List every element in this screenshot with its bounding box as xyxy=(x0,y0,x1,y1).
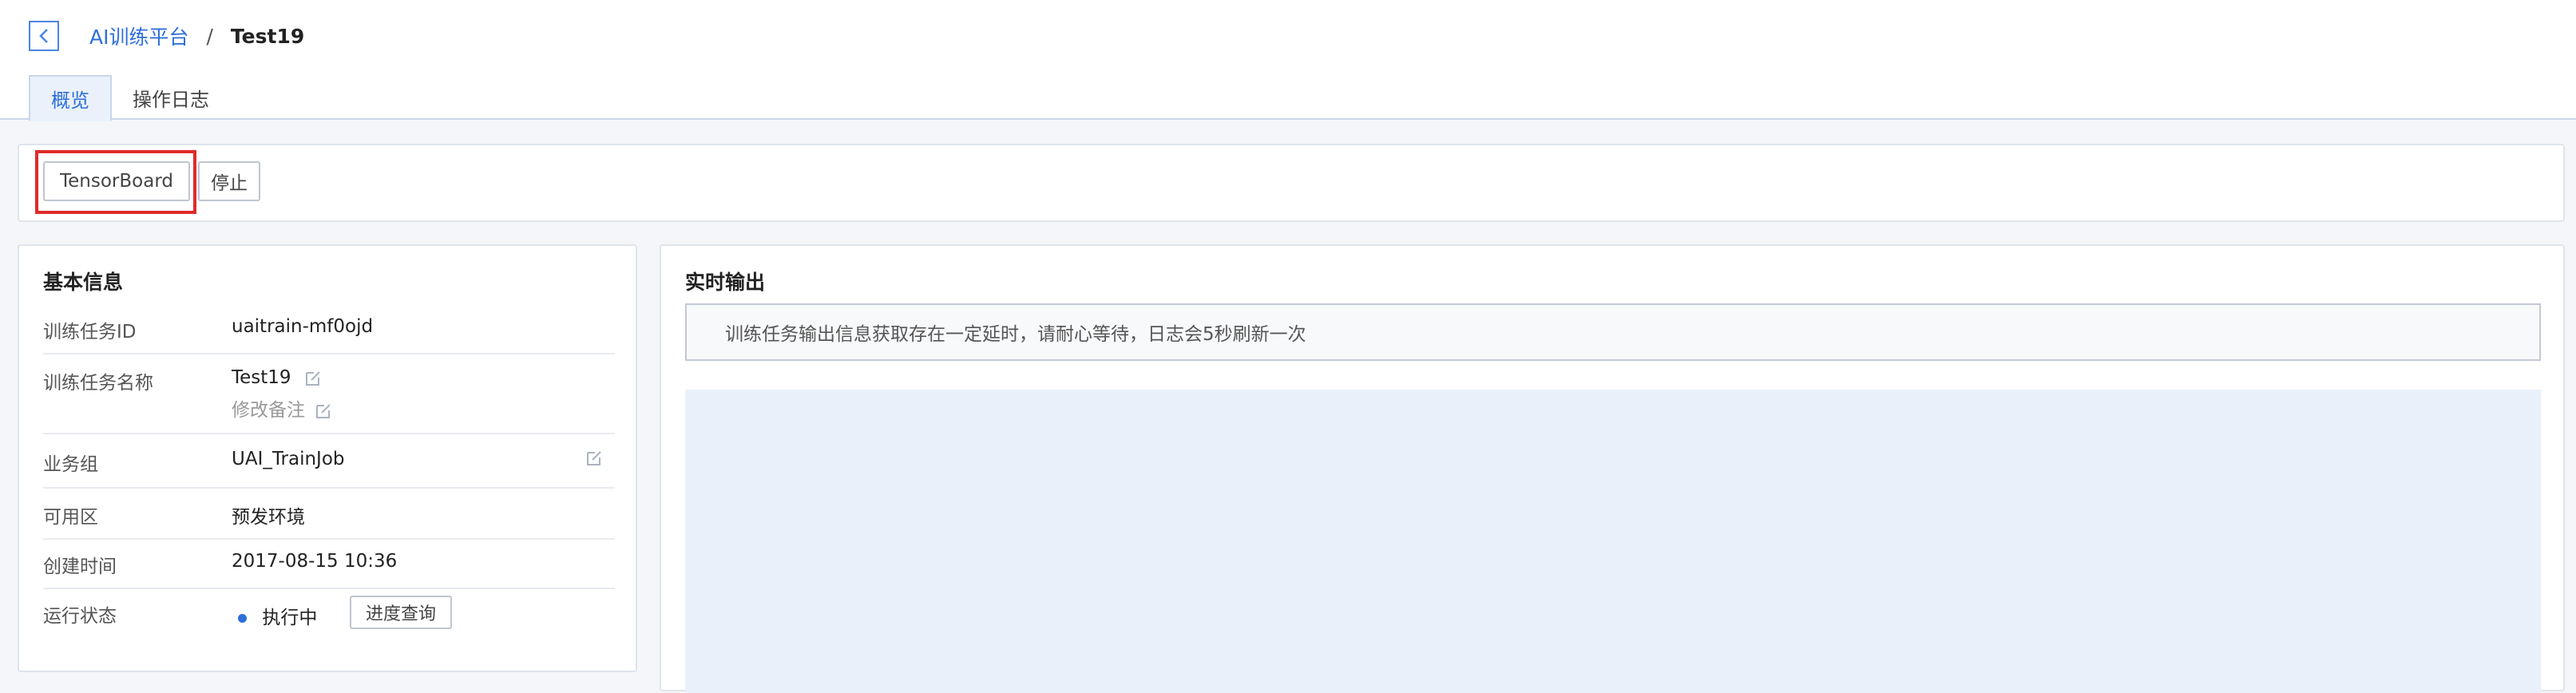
breadcrumb: AI训练平台 / Test19 xyxy=(89,21,304,51)
tensorboard-button[interactable]: TensorBoard xyxy=(43,161,190,201)
edit-icon[interactable] xyxy=(303,369,323,388)
job-id-label: 训练任务ID xyxy=(43,322,137,343)
tab-bar: 概览 操作日志 xyxy=(29,75,230,121)
action-toolbar: TensorBoard 停止 xyxy=(18,144,2565,222)
breadcrumb-separator: / xyxy=(206,24,213,48)
info-row-job-id: 训练任务ID uaitrain-mf0ojd xyxy=(43,303,615,354)
status-dot xyxy=(238,614,247,623)
realtime-output-panel: 实时输出 训练任务输出信息获取存在一定延时，请耐心等待，日志会5秒刷新一次 xyxy=(660,244,2565,693)
zone-label: 可用区 xyxy=(43,507,98,528)
status-label: 运行状态 xyxy=(43,606,117,627)
back-button[interactable] xyxy=(29,21,59,51)
job-name-value: Test19 xyxy=(232,367,291,388)
job-name-label: 训练任务名称 xyxy=(43,373,153,394)
breadcrumb-current: Test19 xyxy=(230,24,305,48)
info-row-job-name: 训练任务名称 Test19 修改备注 xyxy=(43,354,615,434)
created-label: 创建时间 xyxy=(43,556,117,577)
zone-value: 预发环境 xyxy=(232,507,305,528)
created-value: 2017-08-15 10:36 xyxy=(232,551,398,572)
tab-operation-log[interactable]: 操作日志 xyxy=(112,75,230,120)
group-value: UAI_TrainJob xyxy=(232,449,345,469)
info-row-status: 运行状态 执行中 进度查询 xyxy=(43,589,615,645)
output-notice: 训练任务输出信息获取存在一定延时，请耐心等待，日志会5秒刷新一次 xyxy=(685,303,2541,361)
progress-query-button[interactable]: 进度查询 xyxy=(350,596,452,629)
info-row-zone: 可用区 预发环境 xyxy=(43,489,615,540)
basic-info-panel: 基本信息 训练任务ID uaitrain-mf0ojd 训练任务名称 Test1… xyxy=(18,244,637,672)
log-output-area[interactable] xyxy=(685,390,2541,693)
basic-info-title: 基本信息 xyxy=(43,271,124,294)
realtime-output-title: 实时输出 xyxy=(685,271,766,294)
page-header: AI训练平台 / Test19 概览 操作日志 xyxy=(0,0,2576,121)
tab-overview[interactable]: 概览 xyxy=(29,75,112,121)
remark-label[interactable]: 修改备注 xyxy=(232,400,305,421)
info-row-group: 业务组 UAI_TrainJob xyxy=(43,434,615,489)
stop-button[interactable]: 停止 xyxy=(198,161,260,201)
job-id-value: uaitrain-mf0ojd xyxy=(232,316,374,337)
chevron-left-icon xyxy=(39,29,48,43)
edit-group-icon[interactable] xyxy=(585,449,604,468)
breadcrumb-parent-link[interactable]: AI训练平台 xyxy=(89,22,188,50)
info-row-created: 创建时间 2017-08-15 10:36 xyxy=(43,540,615,589)
group-label: 业务组 xyxy=(43,454,98,475)
edit-remark-icon[interactable] xyxy=(314,402,333,421)
status-value: 执行中 xyxy=(262,608,318,628)
